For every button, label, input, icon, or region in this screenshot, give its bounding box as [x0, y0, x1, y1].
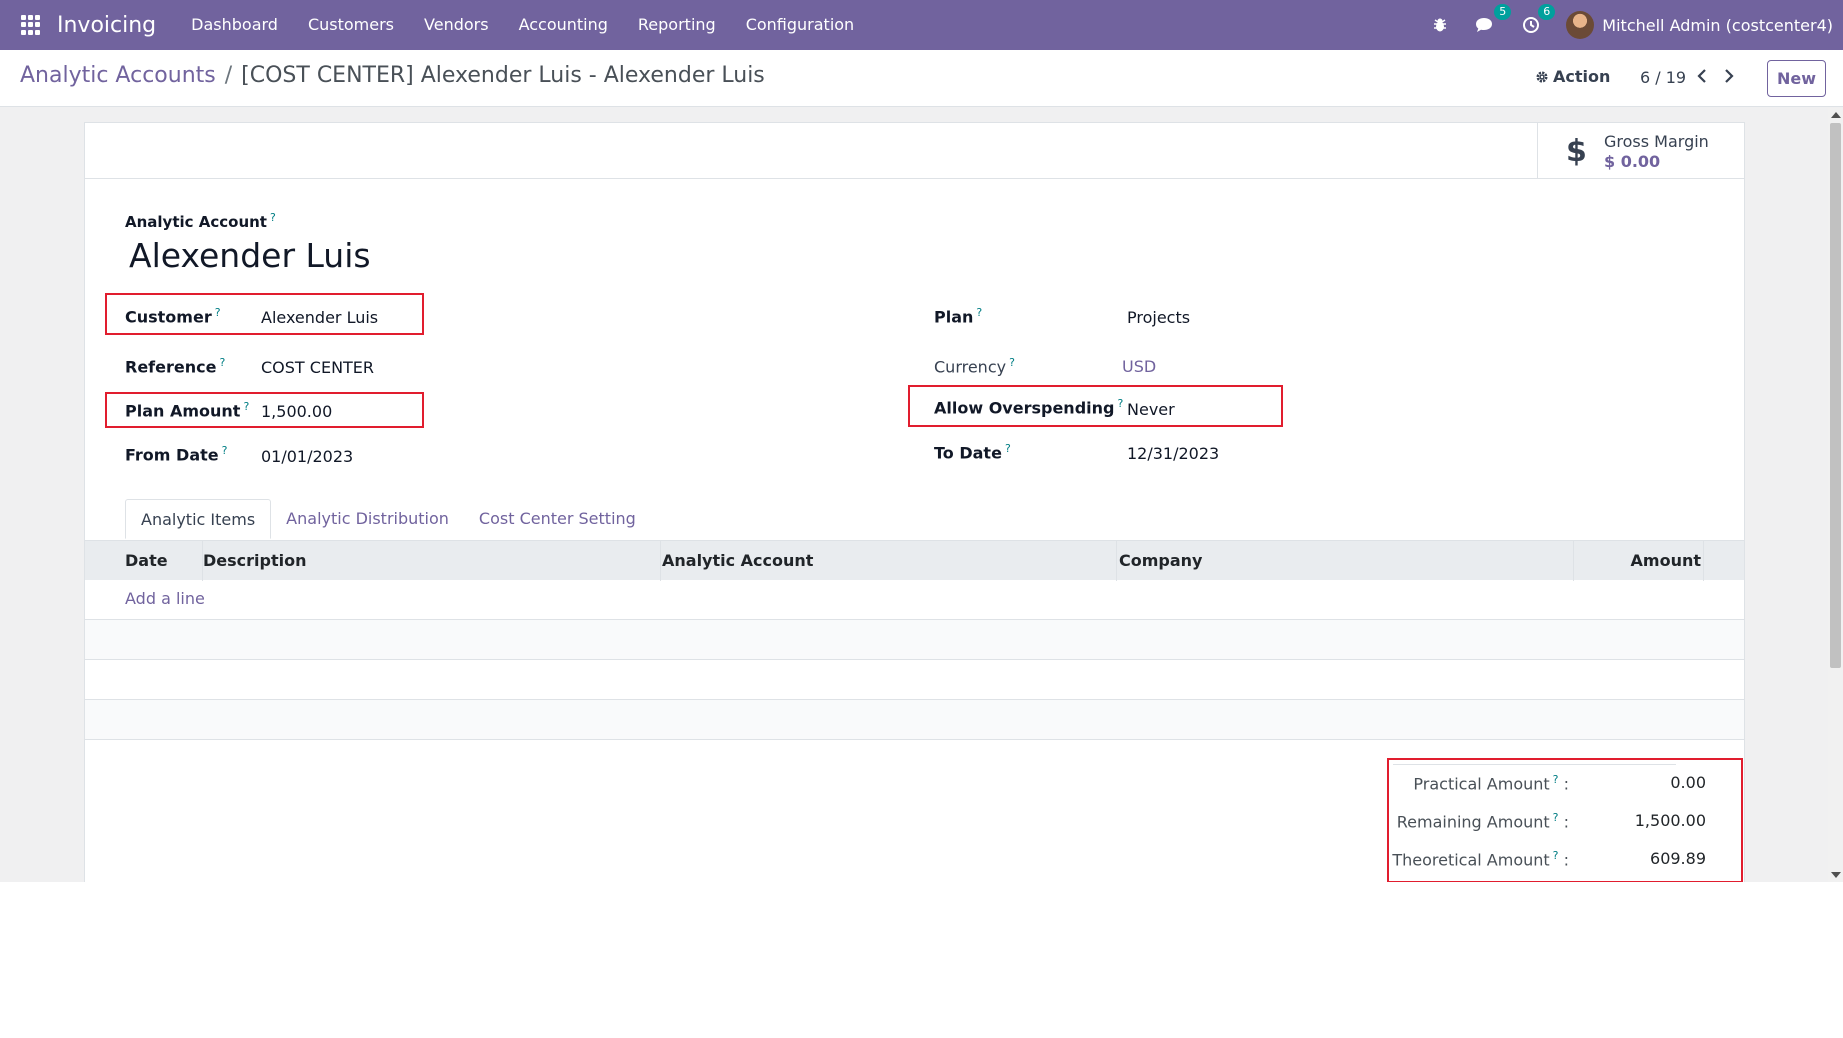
column-description[interactable]: Description: [203, 541, 661, 581]
currency-field[interactable]: USD: [1122, 357, 1156, 376]
gross-margin-value: $ 0.00: [1604, 152, 1661, 171]
scroll-up-arrow-icon[interactable]: [1831, 112, 1841, 118]
to-date-label: To Date?: [934, 442, 1011, 463]
table-row: [85, 660, 1744, 700]
column-amount[interactable]: Amount: [1574, 541, 1704, 581]
page-scrollbar[interactable]: [1828, 108, 1843, 882]
plan-field[interactable]: Projects: [1127, 308, 1190, 327]
messages-count-badge: 5: [1494, 4, 1512, 20]
record-title[interactable]: Alexender Luis: [129, 236, 371, 275]
activities-clock-icon[interactable]: 6: [1522, 4, 1556, 34]
help-tooltip-icon[interactable]: ?: [219, 356, 225, 369]
table-row: Add a line: [85, 580, 1744, 620]
breadcrumb-separator: /: [224, 63, 233, 88]
app-window: Invoicing Dashboard Customers Vendors Ac…: [0, 0, 1843, 882]
gross-margin-stat-button[interactable]: $ Gross Margin $ 0.00: [1537, 123, 1744, 179]
notebook-tabs: Analytic Items Analytic Distribution Cos…: [125, 499, 651, 539]
messages-icon[interactable]: 5: [1474, 4, 1512, 34]
menu-configuration[interactable]: Configuration: [731, 0, 870, 50]
navbar-systray: 5 6 Mitchell Admin (costcenter4): [1432, 0, 1833, 50]
reference-field[interactable]: COST CENTER: [261, 358, 374, 377]
tab-analytic-items[interactable]: Analytic Items: [125, 499, 272, 539]
apps-menu-icon[interactable]: [21, 15, 41, 35]
form-sheet: $ Gross Margin $ 0.00 Analytic Account? …: [84, 122, 1745, 882]
tab-analytic-distribution[interactable]: Analytic Distribution: [271, 499, 464, 539]
table-row: [85, 700, 1744, 740]
new-record-button[interactable]: New: [1767, 60, 1826, 97]
currency-label: Currency?: [934, 356, 1015, 377]
menu-dashboard[interactable]: Dashboard: [176, 0, 293, 50]
analytic-items-table-header: Date Description Analytic Account Compan…: [85, 540, 1744, 581]
user-avatar[interactable]: [1566, 11, 1595, 39]
help-tooltip-icon[interactable]: ?: [976, 306, 982, 319]
breadcrumb: Analytic Accounts / [COST CENTER] Alexen…: [20, 63, 765, 88]
action-label: Action: [1553, 67, 1611, 86]
customer-highlight-box: [105, 293, 424, 335]
totals-highlight-box: [1387, 758, 1743, 882]
breadcrumb-current-record: [COST CENTER] Alexender Luis - Alexender…: [241, 63, 765, 88]
help-tooltip-icon[interactable]: ?: [222, 444, 228, 457]
column-analytic-account[interactable]: Analytic Account: [660, 541, 1117, 581]
top-navbar: Invoicing Dashboard Customers Vendors Ac…: [0, 0, 1843, 50]
button-box: $ Gross Margin $ 0.00: [85, 123, 1744, 179]
menu-reporting[interactable]: Reporting: [623, 0, 731, 50]
column-date[interactable]: Date: [125, 541, 203, 581]
menu-customers[interactable]: Customers: [293, 0, 409, 50]
pager-value[interactable]: 6 / 19: [1640, 68, 1686, 87]
help-tooltip-icon[interactable]: ?: [1005, 442, 1011, 455]
to-date-field[interactable]: 12/31/2023: [1127, 444, 1219, 463]
action-menu-button[interactable]: Action: [1535, 67, 1610, 86]
user-menu[interactable]: Mitchell Admin (costcenter4): [1602, 16, 1833, 35]
plan-label: Plan?: [934, 306, 983, 327]
chevron-left-icon[interactable]: [1697, 68, 1707, 87]
debug-bug-icon[interactable]: [1432, 17, 1448, 33]
help-tooltip-icon[interactable]: ?: [270, 211, 276, 224]
plan-amount-highlight-box: [105, 392, 424, 428]
allow-overspending-highlight-box: [908, 385, 1283, 427]
scroll-thumb[interactable]: [1830, 123, 1841, 668]
reference-label: Reference?: [125, 356, 226, 377]
app-name[interactable]: Invoicing: [57, 13, 156, 38]
column-company[interactable]: Company: [1117, 541, 1574, 581]
breadcrumb-analytic-accounts[interactable]: Analytic Accounts: [20, 63, 216, 88]
gross-margin-label: Gross Margin: [1604, 132, 1709, 151]
dollar-icon: $: [1566, 134, 1587, 169]
activities-count-badge: 6: [1538, 4, 1556, 20]
analytic-account-label: Analytic Account?: [125, 211, 276, 231]
from-date-label: From Date?: [125, 444, 228, 465]
menu-accounting[interactable]: Accounting: [504, 0, 623, 50]
table-row: [85, 620, 1744, 660]
help-tooltip-icon[interactable]: ?: [1009, 356, 1015, 369]
menu-vendors[interactable]: Vendors: [409, 0, 504, 50]
scroll-down-arrow-icon[interactable]: [1831, 872, 1841, 878]
gear-icon: [1536, 71, 1548, 82]
add-a-line-link[interactable]: Add a line: [125, 589, 205, 608]
from-date-field[interactable]: 01/01/2023: [261, 447, 353, 466]
control-panel: Analytic Accounts / [COST CENTER] Alexen…: [0, 50, 1843, 107]
tab-cost-center-setting[interactable]: Cost Center Setting: [464, 499, 651, 539]
chevron-right-icon[interactable]: [1724, 68, 1734, 87]
